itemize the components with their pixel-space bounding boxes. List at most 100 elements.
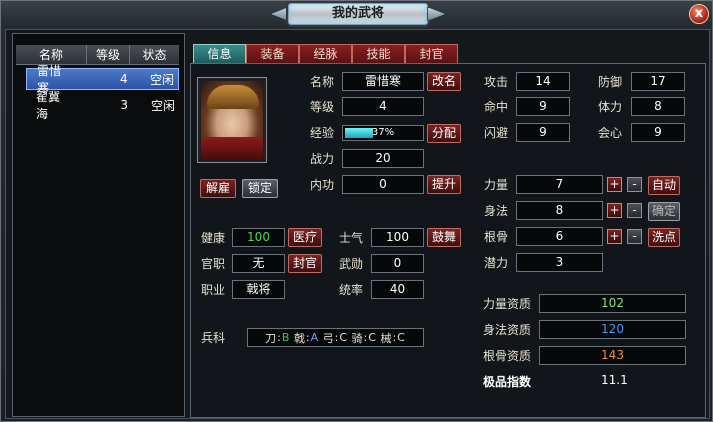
dismiss-button[interactable]: 解雇 — [200, 179, 236, 198]
strength-plus-button[interactable]: + — [607, 177, 622, 192]
troop-name: 械 — [380, 331, 392, 345]
hit-label: 命中 — [484, 100, 509, 114]
level-value: 4 — [342, 97, 424, 116]
troop-grade: B — [281, 331, 290, 344]
constitution-plus-button[interactable]: + — [607, 229, 622, 244]
tab-equipment[interactable]: 装备 — [246, 44, 299, 64]
crit-value: 9 — [631, 123, 685, 142]
agility-aptitude-value: 120 — [539, 320, 686, 339]
troop-grade: A — [310, 331, 319, 344]
health-label: 健康 — [201, 231, 226, 245]
inspire-button[interactable]: 鼓舞 — [427, 228, 461, 247]
troop-name: 刀 — [265, 331, 277, 345]
reset-points-button[interactable]: 洗点 — [648, 228, 680, 247]
upgrade-button[interactable]: 提升 — [427, 175, 461, 194]
troop-name: 戟 — [293, 331, 305, 345]
confirm-button[interactable]: 确定 — [648, 202, 680, 221]
constitution-aptitude-value: 143 — [539, 346, 686, 365]
general-portrait — [201, 81, 263, 159]
exp-label: 经验 — [310, 126, 335, 140]
quality-index-label: 极品指数 — [483, 375, 532, 389]
job-label: 职业 — [201, 283, 226, 297]
general-level: 3 — [120, 98, 128, 112]
constitution-value: 6 — [516, 227, 603, 246]
title-ornament-left — [271, 7, 289, 21]
general-row[interactable]: 雷惜寒 4 空闲 — [26, 64, 179, 95]
strength-value: 7 — [516, 175, 603, 194]
strength-aptitude-value: 102 — [539, 294, 686, 313]
close-button[interactable]: x — [689, 4, 709, 24]
stamina-label: 体力 — [598, 100, 623, 114]
power-value: 20 — [342, 149, 424, 168]
general-level: 4 — [120, 72, 128, 86]
agility-minus-button[interactable]: - — [627, 203, 642, 218]
agility-label: 身法 — [484, 204, 509, 218]
attack-label: 攻击 — [484, 75, 509, 89]
title-ornament-right — [427, 7, 445, 21]
power-label: 战力 — [310, 152, 335, 166]
lock-button[interactable]: 锁定 — [242, 179, 278, 198]
merit-label: 武勋 — [339, 257, 364, 271]
level-label: 等级 — [310, 100, 335, 114]
potential-label: 潜力 — [484, 256, 509, 270]
potential-value: 3 — [516, 253, 603, 272]
troop-grade: C — [397, 331, 405, 344]
rename-button[interactable]: 改名 — [427, 72, 461, 91]
troop-aptitudes: 刀:B 戟:A 弓:C 骑:C 械:C — [247, 328, 424, 347]
strength-label: 力量 — [484, 178, 509, 192]
exp-text: 37% — [371, 127, 395, 138]
constitution-minus-button[interactable]: - — [627, 229, 642, 244]
constitution-label: 根骨 — [484, 230, 509, 244]
job-value: 戟将 — [232, 280, 285, 299]
general-name: 翟冀海 — [36, 90, 61, 121]
office-label: 官职 — [201, 257, 226, 271]
office-value: 无 — [232, 254, 285, 273]
strength-minus-button[interactable]: - — [627, 177, 642, 192]
tab-appoint[interactable]: 封官 — [405, 44, 458, 64]
troop-grade: C — [368, 331, 376, 344]
general-row[interactable]: 翟冀海 3 空闲 — [26, 90, 179, 121]
distribute-button[interactable]: 分配 — [427, 124, 461, 143]
inner-label: 内功 — [310, 178, 335, 192]
troops-label: 兵科 — [201, 331, 226, 345]
heal-button[interactable]: 医疗 — [288, 228, 322, 247]
defense-value: 17 — [631, 72, 685, 91]
morale-value: 100 — [371, 228, 424, 247]
exp-bar: 37% — [342, 125, 424, 141]
attack-value: 14 — [516, 72, 570, 91]
command-value: 40 — [371, 280, 424, 299]
tab-meridians[interactable]: 经脉 — [299, 44, 352, 64]
portrait-frame — [197, 77, 267, 163]
inner-value: 0 — [342, 175, 424, 194]
constitution-aptitude-label: 根骨资质 — [483, 349, 532, 363]
tab-info[interactable]: 信息 — [193, 44, 246, 64]
agility-plus-button[interactable]: + — [607, 203, 622, 218]
morale-label: 士气 — [339, 231, 364, 245]
window-title: 我的武将 — [288, 3, 428, 25]
dodge-label: 闪避 — [484, 126, 509, 140]
close-icon: x — [694, 6, 704, 21]
stamina-value: 8 — [631, 97, 685, 116]
name-label: 名称 — [310, 75, 335, 89]
quality-index-value: 11.1 — [601, 373, 628, 387]
header-status: 状态 — [142, 48, 167, 62]
troop-name: 弓 — [322, 331, 334, 345]
agility-value: 8 — [516, 201, 603, 220]
auto-button[interactable]: 自动 — [648, 176, 680, 195]
appoint-button[interactable]: 封官 — [288, 254, 322, 273]
header-level: 等级 — [87, 45, 130, 64]
defense-label: 防御 — [598, 75, 623, 89]
merit-value: 0 — [371, 254, 424, 273]
tab-skills[interactable]: 技能 — [352, 44, 405, 64]
troop-grade: C — [339, 331, 348, 344]
hit-value: 9 — [516, 97, 570, 116]
dodge-value: 9 — [516, 123, 570, 142]
general-status: 空闲 — [150, 98, 175, 113]
general-window: 我的武将 x 名称 等级 状态 雷惜寒 4 空闲 翟冀海 3 空闲 信息 装备 … — [0, 0, 713, 422]
strength-aptitude-label: 力量资质 — [483, 297, 532, 311]
name-value: 雷惜寒 — [342, 72, 424, 91]
agility-aptitude-label: 身法资质 — [483, 323, 532, 337]
troop-name: 骑 — [351, 331, 363, 345]
health-value: 100 — [232, 228, 285, 247]
crit-label: 会心 — [598, 126, 623, 140]
